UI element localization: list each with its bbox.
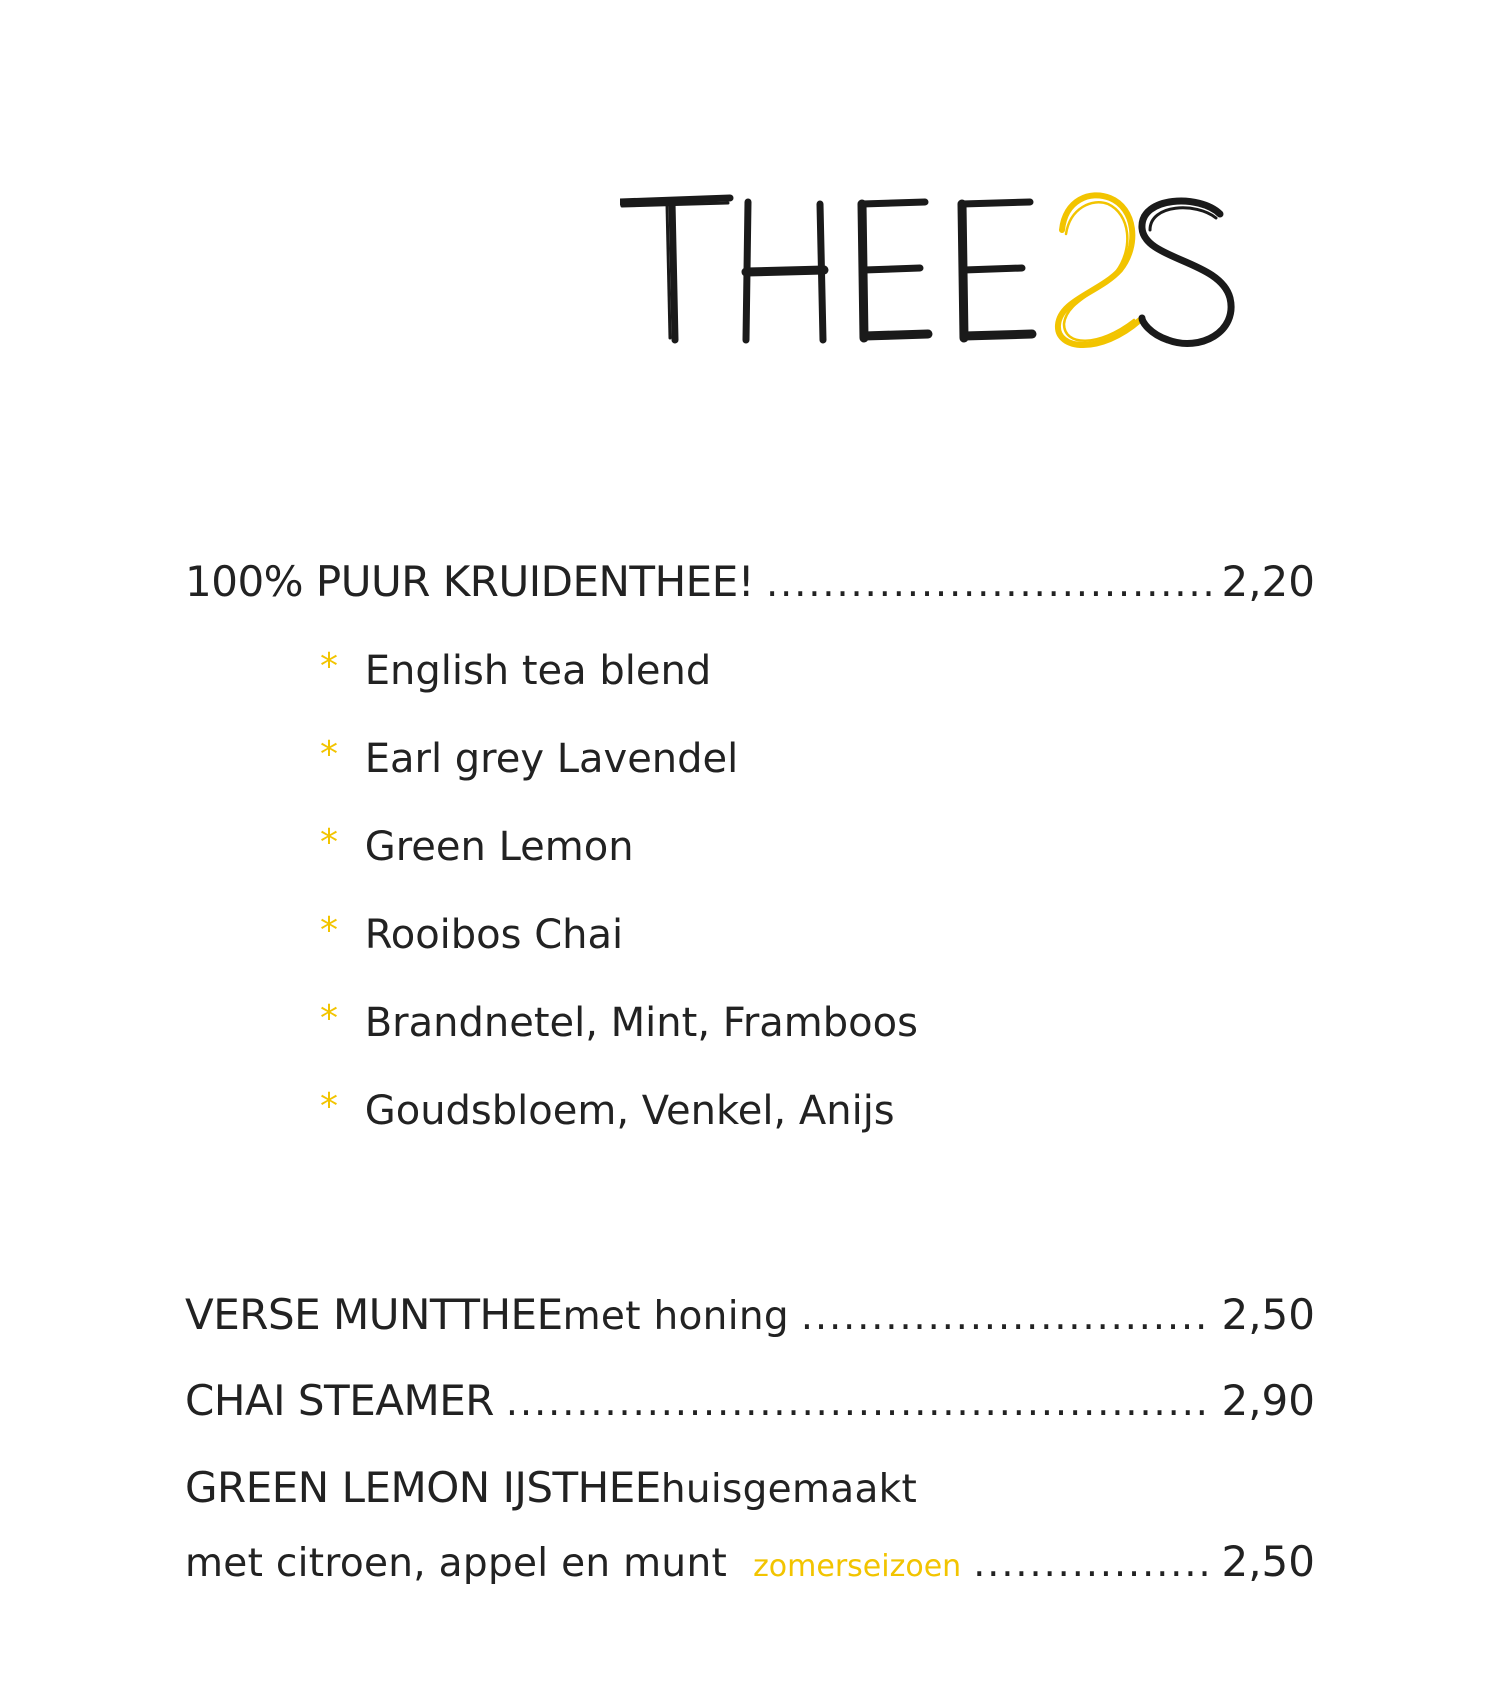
title-letter-h	[741, 198, 829, 344]
title-letter-e-2	[957, 198, 1037, 343]
flavour-item: * Rooibos Chai	[320, 889, 1315, 977]
flavour-item: * Earl grey Lavendel	[320, 713, 1315, 801]
flavour-label: Green Lemon	[364, 824, 634, 870]
title-letter-s-accent	[1055, 192, 1143, 348]
item-name: 100% PUUR KRUIDENTHEE!	[185, 557, 755, 606]
title-letter-t	[620, 194, 734, 344]
flavour-label: Brandnetel, Mint, Framboos	[364, 1000, 918, 1046]
dot-leader	[801, 1274, 1214, 1358]
item-price: 2,20	[1221, 557, 1315, 606]
page-title	[620, 190, 1320, 390]
flavour-list: * English tea blend * Earl grey Lavendel…	[185, 625, 1315, 1153]
flavour-item: * Brandnetel, Mint, Framboos	[320, 977, 1315, 1065]
flavour-label: Earl grey Lavendel	[364, 736, 739, 782]
menu-item-ijsthee: GREEN LEMON IJSTHEE huisgemaakt	[185, 1458, 1315, 1520]
item-price: 2,50	[1221, 1290, 1315, 1339]
bullet-star-icon: *	[320, 734, 338, 775]
flavour-label: Goudsbloem, Venkel, Anijs	[364, 1088, 895, 1134]
item-name: VERSE MUNTTHEE	[185, 1290, 563, 1339]
bullet-star-icon: *	[320, 822, 338, 863]
dot-leader	[766, 541, 1213, 625]
dot-leader	[973, 1521, 1213, 1605]
item-description: met citroen, appel en munt	[185, 1541, 728, 1586]
season-label: zomerseizoen	[753, 1549, 962, 1584]
menu-item-kruidenthee: 100% PUUR KRUIDENTHEE! 2,20	[185, 540, 1315, 625]
title-letter-s	[1138, 197, 1235, 347]
item-detail: met honing	[562, 1294, 789, 1339]
flavour-item: * Goudsbloem, Venkel, Anijs	[320, 1065, 1315, 1153]
item-name: GREEN LEMON IJSTHEE	[185, 1463, 661, 1512]
bullet-star-icon: *	[320, 646, 338, 687]
title-lettering	[620, 192, 1235, 348]
title-letter-e-1	[857, 198, 933, 343]
menu-item-ijsthee-line2: met citroen, appel en munt zomerseizoen …	[185, 1520, 1315, 1609]
menu-item-muntthee: VERSE MUNTTHEE met honing 2,50	[185, 1273, 1315, 1359]
item-price: 2,50	[1221, 1537, 1315, 1586]
item-price: 2,90	[1221, 1376, 1315, 1425]
bullet-star-icon: *	[320, 998, 338, 1039]
flavour-item: * Green Lemon	[320, 801, 1315, 889]
item-name: CHAI STEAMER	[185, 1376, 494, 1425]
tea-menu: 100% PUUR KRUIDENTHEE! 2,20 * English te…	[185, 540, 1315, 1609]
flavour-item: * English tea blend	[320, 625, 1315, 713]
bullet-star-icon: *	[320, 910, 338, 951]
dot-leader	[506, 1360, 1214, 1444]
flavour-label: English tea blend	[364, 648, 712, 694]
flavour-label: Rooibos Chai	[364, 912, 624, 958]
item-detail: huisgemaakt	[660, 1467, 918, 1512]
menu-item-chai: CHAI STEAMER 2,90	[185, 1359, 1315, 1444]
bullet-star-icon: *	[320, 1086, 338, 1127]
